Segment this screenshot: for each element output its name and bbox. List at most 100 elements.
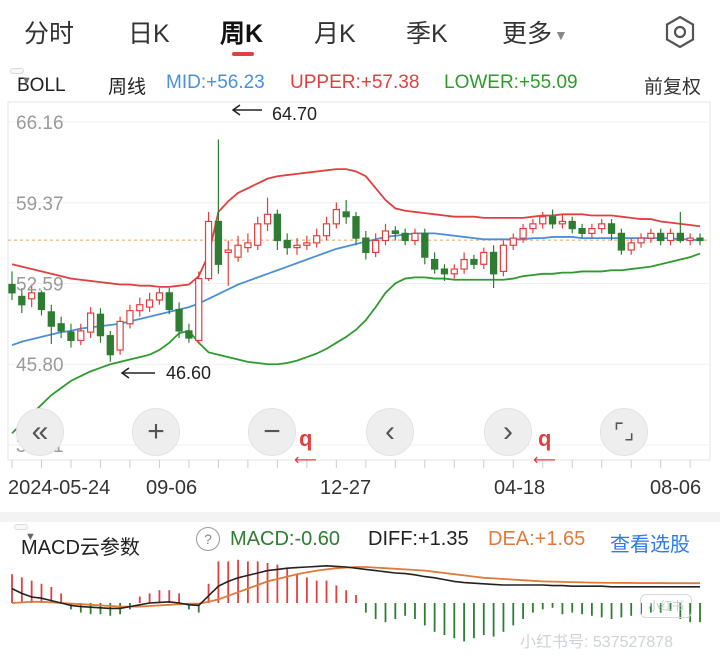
chevron-right-icon: › xyxy=(503,415,513,448)
candle-down xyxy=(47,311,55,327)
macd-bar-negative xyxy=(699,603,701,623)
macd-bar-positive xyxy=(266,563,269,603)
candle-up xyxy=(234,244,242,258)
candle-down xyxy=(696,237,704,242)
boll-indicator-bar: BOLL ▼ 周线 MID:+56.23 UPPER:+57.38 LOWER:+… xyxy=(0,66,720,100)
high-price-annotation: 64.70 xyxy=(272,104,317,124)
candle-up xyxy=(450,268,458,275)
candle-up xyxy=(509,237,517,246)
indicator-selector[interactable]: BOLL ▼ xyxy=(10,68,66,96)
macd-bar-positive xyxy=(286,567,289,603)
macd-bar-negative xyxy=(404,603,407,616)
candle-up xyxy=(519,227,527,239)
plus-icon: + xyxy=(147,415,165,448)
date-label: 2024-05-24 xyxy=(8,477,111,499)
candle-down xyxy=(175,308,183,332)
candle-up xyxy=(460,258,468,270)
candle-down xyxy=(8,283,16,294)
candle-down xyxy=(352,216,360,239)
macd-bar-negative xyxy=(620,603,623,618)
candle-down xyxy=(165,292,173,311)
candle-up xyxy=(224,249,232,253)
macd-bar-negative xyxy=(600,603,603,618)
candle-down xyxy=(342,211,350,218)
chart-frame xyxy=(7,101,711,461)
macd-bar-negative xyxy=(492,603,495,637)
tab-more[interactable]: 更多 ▼ xyxy=(502,14,568,50)
tab-weekly-k[interactable]: 周K xyxy=(220,14,263,50)
macd-bar-negative xyxy=(463,603,466,642)
candle-down xyxy=(421,232,429,258)
macd-bar-negative xyxy=(443,603,446,635)
macd-bar-negative xyxy=(590,603,593,616)
macd-bar-negative xyxy=(581,603,583,615)
caret-down-icon: ▼ xyxy=(21,75,32,87)
boll-lower-value: LOWER:+55.09 xyxy=(444,72,578,93)
zoom-out-button[interactable]: − xyxy=(248,408,296,456)
candle-up xyxy=(588,227,596,234)
macd-bar-positive xyxy=(217,561,220,603)
stock-screener-link[interactable]: 查看选股 xyxy=(610,528,690,557)
scroll-left-button[interactable]: ‹ xyxy=(366,408,414,456)
price-tick-label: 52.59 xyxy=(16,274,64,295)
macd-bar-positive xyxy=(237,559,239,603)
stock-kline-screen: 分时 日K 周K 月K 季K 更多 ▼ BOLL ▼ 周线 MID:+56.23 U… xyxy=(0,0,720,667)
boll-lower-line xyxy=(11,252,701,434)
candle-up xyxy=(303,242,311,246)
candle-down xyxy=(607,223,616,234)
tab-more-label: 更多 xyxy=(502,20,553,48)
macd-bar-negative xyxy=(561,603,564,615)
left-arrow-icon: ⟵ xyxy=(533,452,556,469)
tab-monthly-k[interactable]: 月K xyxy=(314,14,356,50)
candle-down xyxy=(67,331,75,342)
candle-up xyxy=(539,216,547,225)
tab-daily-k[interactable]: 日K xyxy=(128,14,170,50)
candle-down xyxy=(401,232,409,242)
candle-up xyxy=(86,312,95,333)
candle-up xyxy=(77,330,85,342)
macd-bar-negative xyxy=(610,603,613,619)
candle-up xyxy=(666,232,675,242)
candle-up xyxy=(637,237,645,244)
date-label: 08-06 xyxy=(650,477,702,499)
watermark: 小红书号: 537527878 xyxy=(520,634,673,651)
macd-bar-negative xyxy=(532,603,534,613)
q-label: q xyxy=(299,426,313,451)
caret-down-icon: ▼ xyxy=(25,531,36,543)
scroll-left-fast-button[interactable]: « xyxy=(16,408,64,456)
macd-bar-positive xyxy=(148,593,151,603)
macd-bar-negative xyxy=(384,603,387,623)
candle-up xyxy=(372,239,380,253)
scroll-right-button[interactable]: › xyxy=(484,408,532,456)
candle-up xyxy=(155,292,164,301)
boll-upper-value: UPPER:+57.38 xyxy=(290,72,420,93)
help-icon[interactable]: ? xyxy=(196,527,220,551)
caret-down-icon: ▼ xyxy=(554,27,568,44)
fullscreen-icon: ⌜⌟ xyxy=(613,419,635,444)
candle-up xyxy=(195,277,203,342)
macd-bar-negative xyxy=(109,603,112,616)
price-tick-label: 59.37 xyxy=(16,194,64,215)
candle-up xyxy=(499,244,508,273)
dea-value: DEA:+1.65 xyxy=(488,528,586,550)
tab-intraday[interactable]: 分时 xyxy=(24,14,74,50)
fullscreen-button[interactable]: ⌜⌟ xyxy=(600,408,648,456)
macd-selector[interactable]: MACD云参数 ▼ xyxy=(14,524,140,559)
date-label: 04-18 xyxy=(494,477,546,499)
macd-bar-negative xyxy=(551,603,554,608)
q-label: q xyxy=(538,426,552,451)
candle-up xyxy=(145,299,154,308)
macd-bar-negative xyxy=(541,603,544,610)
tab-quarterly-k[interactable]: 季K xyxy=(406,14,448,50)
hexagon-gear-icon[interactable] xyxy=(662,14,698,50)
candle-up xyxy=(332,208,340,225)
price-adjust-toggle[interactable]: 前复权 xyxy=(644,72,701,99)
macd-bar-negative xyxy=(374,603,377,619)
price-tick-label: 66.16 xyxy=(16,113,64,134)
macd-bar-positive xyxy=(60,593,63,603)
candle-up xyxy=(204,220,213,280)
candle-up xyxy=(627,242,635,251)
zoom-in-button[interactable]: + xyxy=(132,408,180,456)
macd-bar-positive xyxy=(158,590,161,603)
macd-bar-positive xyxy=(207,583,210,603)
